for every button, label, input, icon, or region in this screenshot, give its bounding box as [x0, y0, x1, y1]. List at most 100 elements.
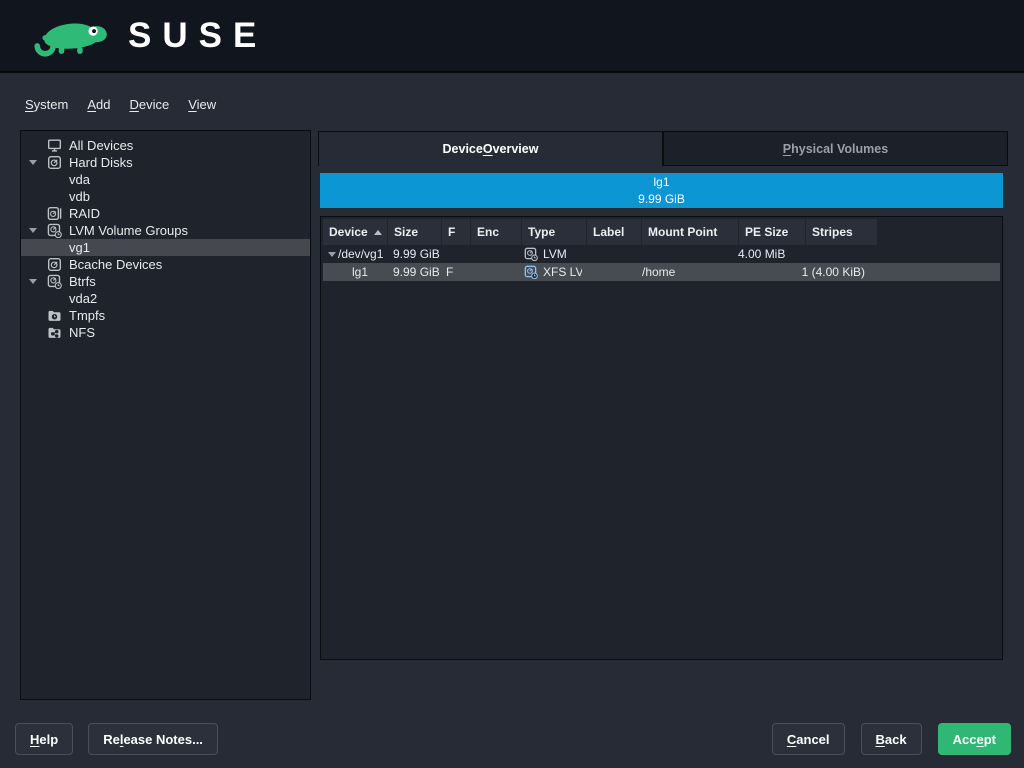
cell-device: /dev/vg1 — [323, 245, 387, 263]
cell-value: F — [446, 265, 453, 279]
release-notes-button[interactable]: Release Notes... — [88, 723, 218, 755]
device-name: lg1 — [338, 265, 368, 279]
column-header-label: Size — [394, 225, 418, 239]
sidebar-item-label: vda — [69, 172, 90, 187]
sort-ascending-icon — [374, 230, 382, 235]
triangle-down-icon — [29, 160, 37, 165]
back-button[interactable]: Back — [861, 723, 922, 755]
column-header-label: Mount Point — [648, 225, 717, 239]
sidebar-item-nfs[interactable]: NFS — [21, 324, 310, 341]
cell-value: 1 (4.00 KiB) — [802, 265, 865, 279]
sidebar-item-bcache-devices[interactable]: Bcache Devices — [21, 256, 310, 273]
cell-mount-point: /home — [636, 263, 732, 281]
mnemonic-underline: V — [188, 97, 196, 112]
menu-system[interactable]: System — [24, 93, 69, 116]
selected-device-summary: lg1 9.99 GiB — [320, 173, 1003, 208]
triangle-down-icon — [328, 252, 336, 257]
expander-down-icon[interactable] — [29, 160, 47, 165]
device-table-header: Device Size F Enc Type Label Mount Point PE Siz… — [323, 219, 1000, 245]
column-header-device[interactable]: Device — [323, 219, 387, 245]
sidebar-item-label: Tmpfs — [69, 308, 105, 323]
cell-pe-size — [732, 263, 798, 281]
device-table-body: /dev/vg19.99 GiBLVM4.00 MiBlg19.99 GiBFX… — [323, 245, 1000, 281]
summary-size: 9.99 GiB — [638, 191, 685, 207]
brand-wordmark: SUSE — [128, 18, 267, 53]
sidebar-item-label: vdb — [69, 189, 90, 204]
table-row-dev-vg1[interactable]: /dev/vg19.99 GiBLVM4.00 MiB — [323, 245, 1000, 263]
sidebar-item-label: LVM Volume Groups — [69, 223, 188, 238]
sidebar-item-vdb[interactable]: vdb — [21, 188, 310, 205]
column-header-label[interactable]: Label — [587, 219, 641, 245]
column-header-f[interactable]: F — [442, 219, 470, 245]
column-header-label: Type — [528, 225, 555, 239]
tab-physical-volumes[interactable]: Physical Volumes — [663, 131, 1008, 166]
disk-clock-icon — [524, 247, 538, 261]
cell-value: 9.99 GiB — [393, 265, 440, 279]
folder-share-icon — [47, 325, 67, 340]
device-tree: All DevicesHard Disksvda vdbRAIDLVM Volum… — [21, 137, 310, 341]
disk-icon — [47, 257, 67, 272]
cell-enc — [468, 245, 518, 263]
main-panel: Device OverviewPhysical Volumes lg1 9.99… — [318, 131, 1008, 700]
mnemonic-underline: H — [30, 732, 39, 747]
cell-f — [440, 245, 468, 263]
chameleon-icon — [28, 12, 114, 60]
sidebar-item-tmpfs[interactable]: Tmpfs — [21, 307, 310, 324]
computer-icon — [47, 138, 67, 153]
mnemonic-underline: C — [787, 732, 796, 747]
tab-device-overview[interactable]: Device Overview — [318, 131, 663, 166]
sidebar-item-vg1[interactable]: vg1 — [21, 239, 310, 256]
triangle-down-icon — [29, 279, 37, 284]
sidebar-item-raid[interactable]: RAID — [21, 205, 310, 222]
help-button[interactable]: Help — [15, 723, 73, 755]
column-header-label: Device — [329, 225, 368, 239]
cell-type: XFS LV — [518, 263, 582, 281]
column-header-label: Label — [593, 225, 624, 239]
cancel-button[interactable]: Cancel — [772, 723, 845, 755]
column-header-label: F — [448, 225, 455, 239]
expander-down-icon[interactable] — [325, 252, 338, 257]
sidebar-item-label: vg1 — [69, 240, 90, 255]
column-header-size[interactable]: Size — [388, 219, 441, 245]
sidebar-item-label: Btrfs — [69, 274, 96, 289]
cell-label — [582, 245, 636, 263]
sidebar-item-hard-disks[interactable]: Hard Disks — [21, 154, 310, 171]
column-header-pe-size[interactable]: PE Size — [739, 219, 805, 245]
cell-value: 9.99 GiB — [393, 247, 440, 261]
type-label: LVM — [543, 247, 567, 261]
column-header-stripes[interactable]: Stripes — [806, 219, 877, 245]
sidebar-item-btrfs[interactable]: Btrfs — [21, 273, 310, 290]
mnemonic-underline: O — [483, 142, 493, 156]
device-name: /dev/vg1 — [338, 247, 383, 261]
cell-mount-point — [636, 245, 732, 263]
column-header-label: Stripes — [812, 225, 853, 239]
sidebar-item-label: All Devices — [69, 138, 133, 153]
cell-device: lg1 — [323, 263, 387, 281]
menu-device[interactable]: Device — [128, 93, 170, 116]
table-row-lg1[interactable]: lg1 9.99 GiB F XFS LV/home 1 (4.00 KiB) — [323, 263, 1000, 281]
column-header-mount-point[interactable]: Mount Point — [642, 219, 738, 245]
menu-view[interactable]: View — [187, 93, 217, 116]
column-header-enc[interactable]: Enc — [471, 219, 521, 245]
column-header-type[interactable]: Type — [522, 219, 586, 245]
cell-f: F — [440, 263, 468, 281]
column-header-label: Enc — [477, 225, 499, 239]
sidebar-item-all-devices[interactable]: All Devices — [21, 137, 310, 154]
sidebar-item-label: NFS — [69, 325, 95, 340]
expander-down-icon[interactable] — [29, 279, 47, 284]
sidebar-item-lvm-volume-groups[interactable]: LVM Volume Groups — [21, 222, 310, 239]
accept-button[interactable]: Accept — [938, 723, 1011, 755]
mnemonic-underline: P — [783, 142, 791, 156]
expander-down-icon[interactable] — [29, 228, 47, 233]
sidebar-item-vda[interactable]: vda — [21, 171, 310, 188]
disk-clock-icon — [524, 265, 538, 279]
disk-clock-icon — [47, 274, 67, 289]
cell-stripes: 1 (4.00 KiB) — [798, 263, 869, 281]
menu-add[interactable]: Add — [86, 93, 111, 116]
sidebar-item-vda2[interactable]: vda2 — [21, 290, 310, 307]
folder-clock-icon — [47, 308, 67, 323]
raid-icon — [47, 206, 67, 221]
cell-enc — [468, 263, 518, 281]
summary-title: lg1 — [653, 174, 669, 190]
sidebar-item-label: Bcache Devices — [69, 257, 162, 272]
